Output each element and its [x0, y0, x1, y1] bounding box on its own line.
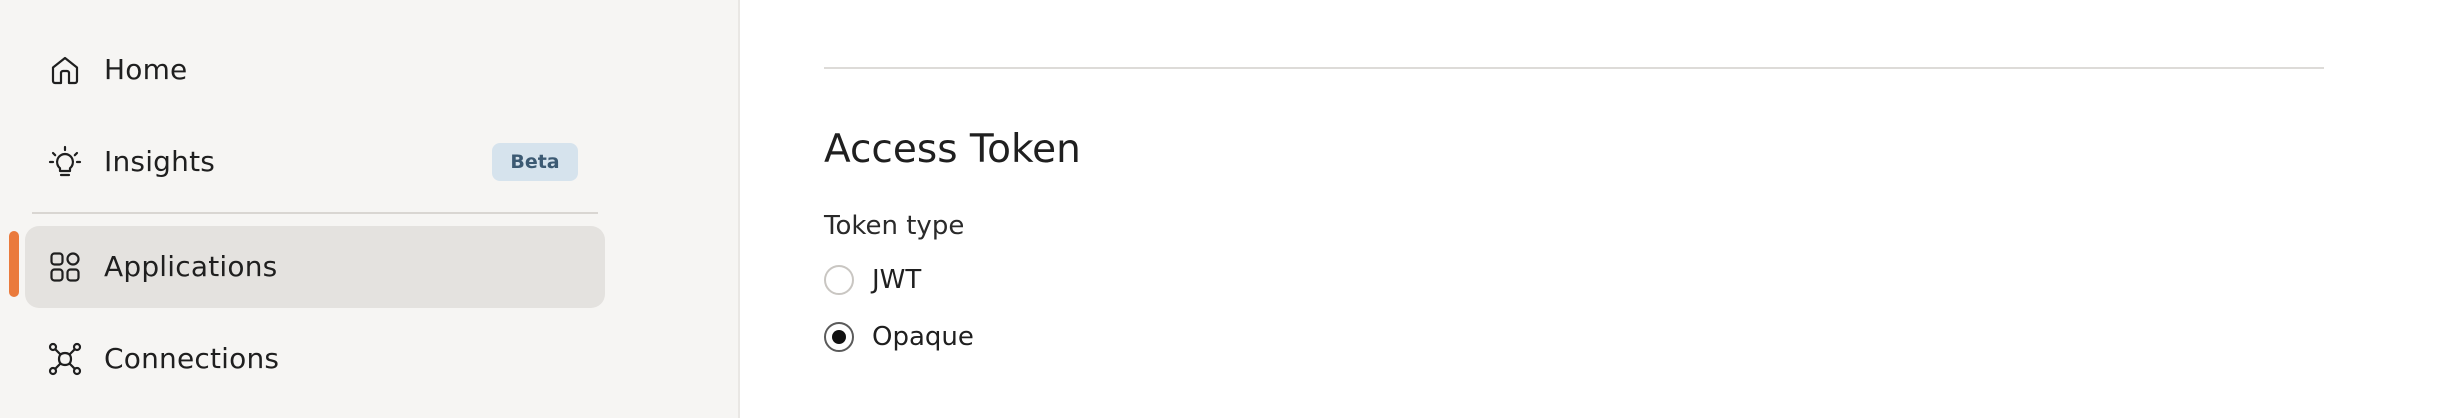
app-window: Home Insights Beta Applications Connecti… [0, 0, 2450, 418]
sidebar-item-insights[interactable]: Insights Beta [25, 121, 605, 203]
jwt-radio[interactable] [824, 265, 854, 295]
sidebar-divider [32, 212, 598, 214]
sidebar-item-label: Applications [104, 250, 278, 283]
token-type-option-opaque[interactable]: Opaque [824, 321, 974, 353]
sidebar-item-connections[interactable]: Connections [25, 318, 605, 400]
home-icon [47, 52, 83, 88]
sidebar: Home Insights Beta Applications Connecti… [0, 0, 632, 418]
token-type-label: Token type [824, 211, 965, 241]
section-title: Access Token [824, 127, 1081, 172]
sidebar-item-applications[interactable]: Applications [25, 226, 605, 308]
active-indicator [9, 231, 19, 297]
lightbulb-icon [47, 144, 83, 180]
radio-label: Opaque [872, 322, 974, 352]
beta-badge: Beta [492, 143, 578, 181]
sidebar-item-label: Home [104, 53, 188, 86]
network-icon [47, 341, 83, 377]
sidebar-item-label: Insights [104, 145, 216, 178]
opaque-radio[interactable] [824, 322, 854, 352]
main-content: Access Token Token type JWT Opaque [740, 0, 2450, 418]
radio-label: JWT [872, 265, 922, 295]
sidebar-gutter [632, 0, 740, 418]
section-divider [824, 67, 2324, 69]
grid-icon [47, 249, 83, 285]
sidebar-item-label: Connections [104, 342, 280, 375]
token-type-option-jwt[interactable]: JWT [824, 264, 921, 296]
sidebar-item-home[interactable]: Home [25, 29, 605, 111]
